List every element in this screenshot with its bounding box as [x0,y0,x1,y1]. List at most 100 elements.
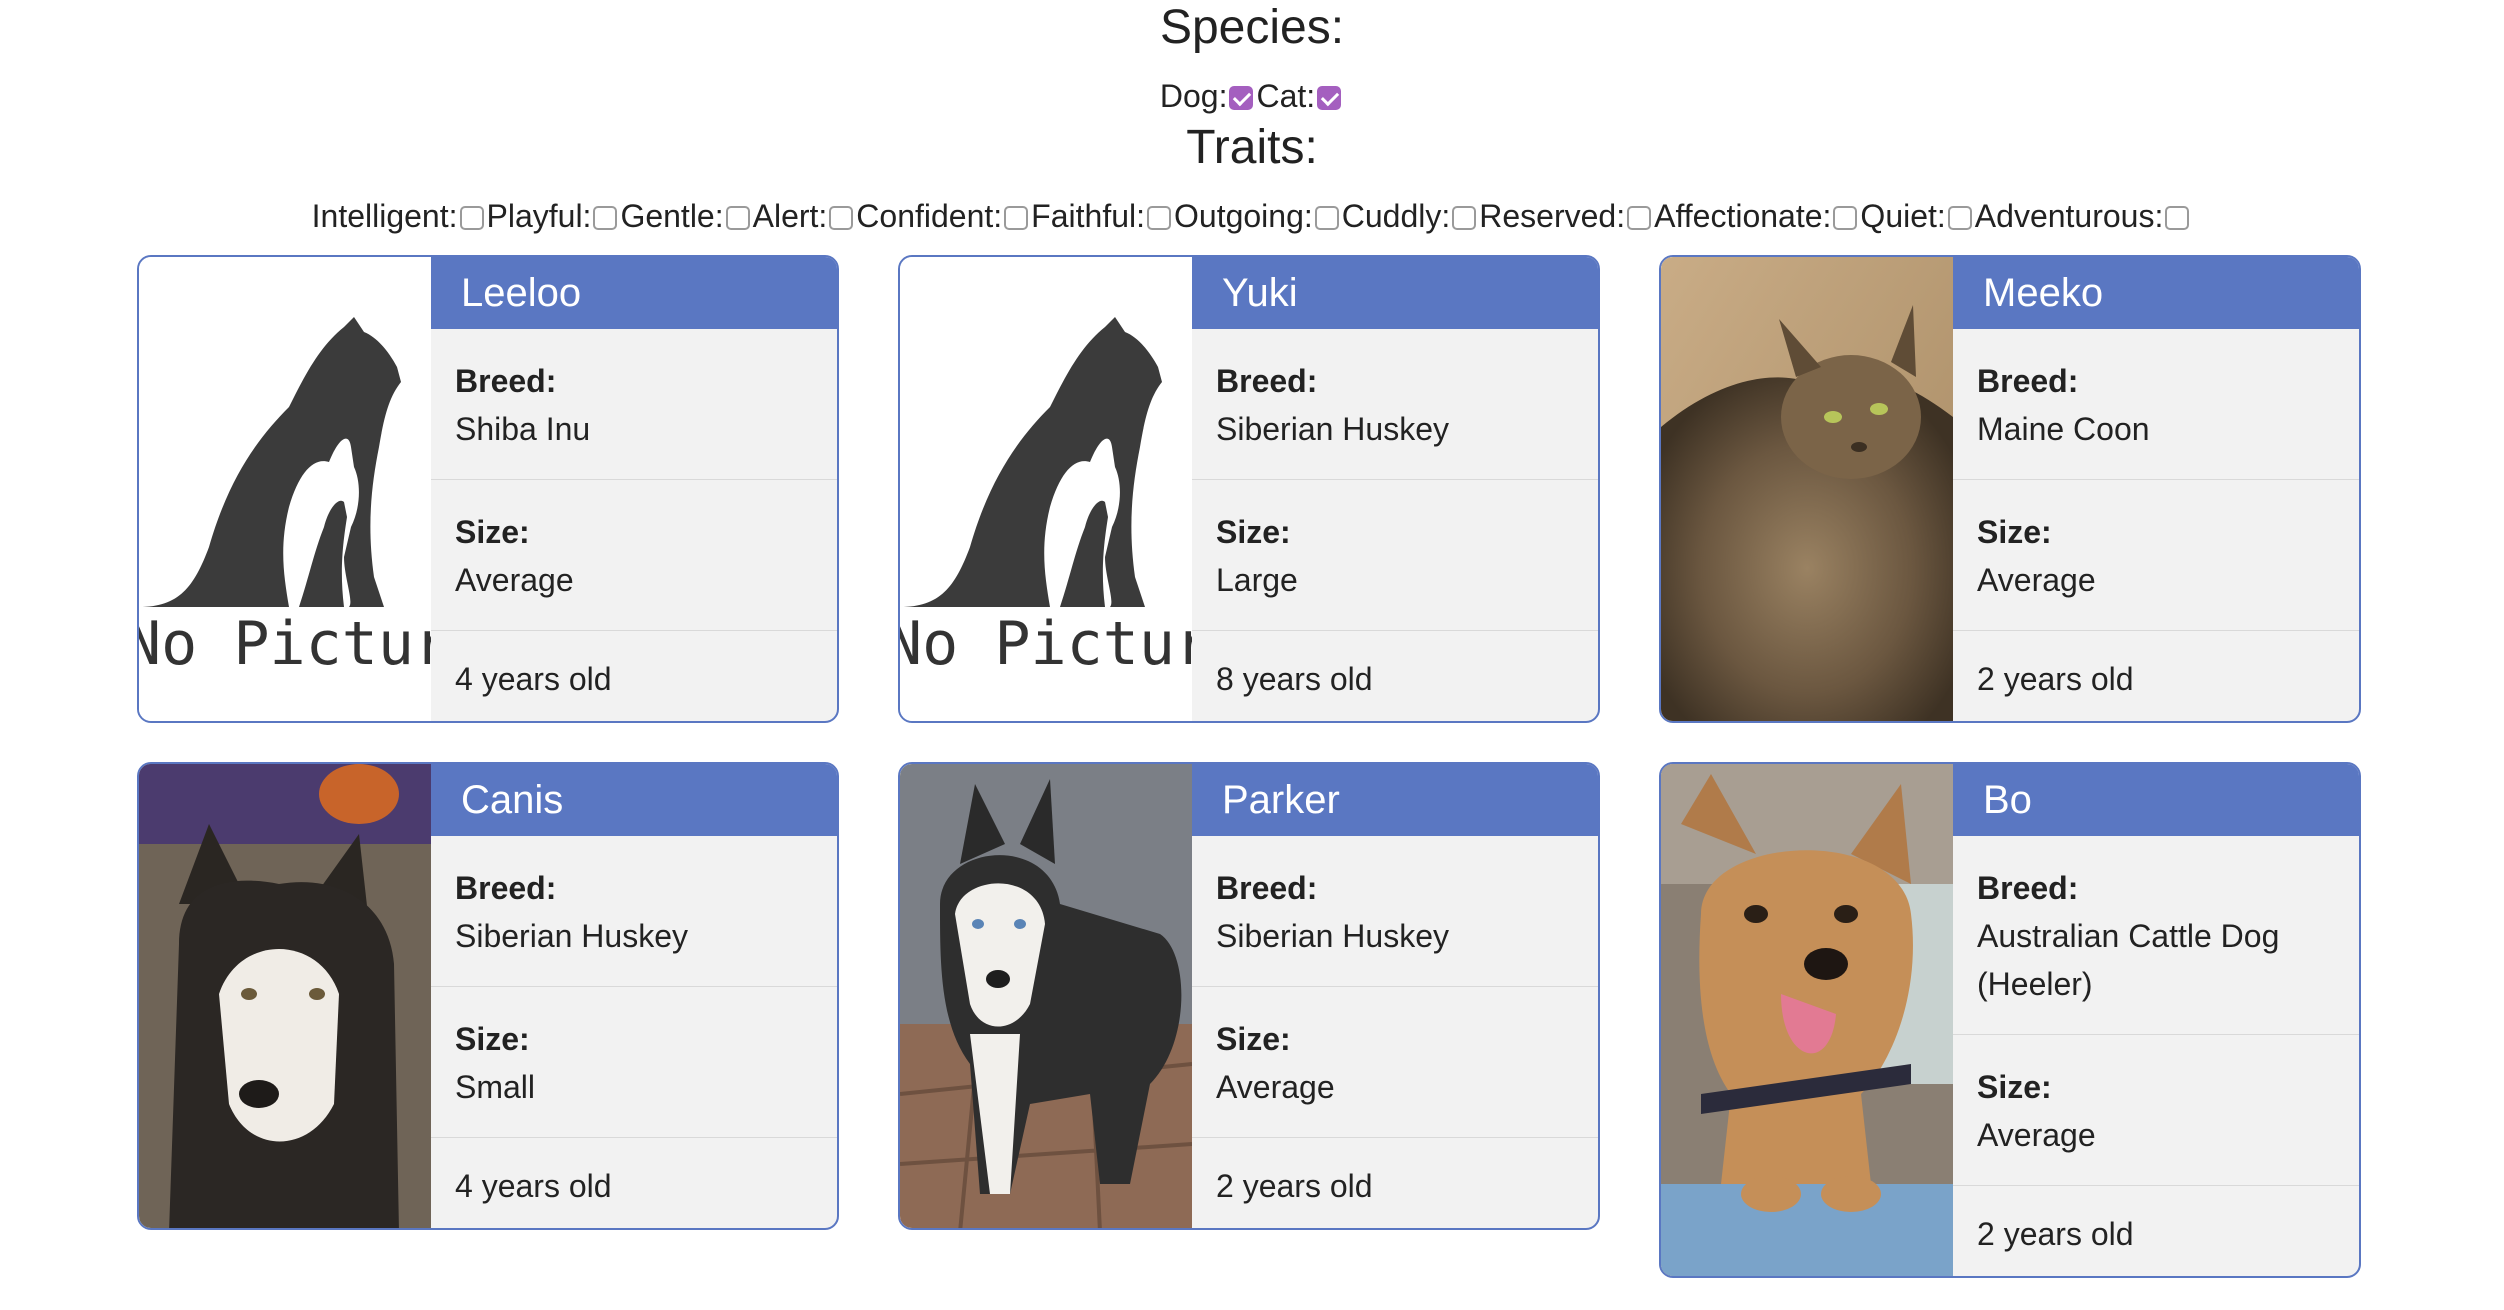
size-label: Size: [1216,514,1291,550]
breed-field: Breed: Siberian Huskey [1192,329,1598,480]
species-heading: Species: [1159,1,1345,54]
pet-info: Yuki Breed: Siberian Huskey Size: Large … [1192,257,1598,721]
husky-photo-icon [900,764,1192,1228]
playful-checkbox[interactable] [593,206,618,230]
dog-checkbox[interactable] [1229,86,1254,110]
breed-field: Breed: Siberian Huskey [1192,836,1598,987]
pet-info: Canis Breed: Siberian Huskey Size: Small… [431,764,837,1228]
breed-field: Breed: Maine Coon [1953,329,2359,480]
trait-label: Intelligent: [311,198,458,234]
pet-photo: No Picture [900,257,1192,721]
breed-label: Breed: [1977,363,2079,399]
species-filter-label: Dog: [1159,78,1228,114]
breed-value: Siberian Huskey [1216,918,1449,954]
trait-label: Adventurous: [1974,198,2164,234]
faithful-checkbox[interactable] [1147,206,1171,230]
traits-filter-row: Intelligent: Playful: Gentle: Alert: Confide… [0,196,2504,236]
pet-info: Bo Breed: Australian Cattle Dog (Heeler)… [1953,764,2359,1276]
pet-card-yuki[interactable]: No Picture Yuki Breed: Siberian Huskey S… [898,255,1600,723]
breed-value: Siberian Huskey [1216,411,1449,447]
breed-value: Maine Coon [1977,411,2150,447]
trait-filter-gentle[interactable]: Gentle: [620,196,752,236]
confident-checkbox[interactable] [1004,206,1029,230]
trait-filter-alert[interactable]: Alert: [753,196,857,236]
size-value: Average [1977,1117,2096,1153]
dog-photo-icon [1661,764,1953,1276]
reserved-checkbox[interactable] [1627,206,1652,230]
pet-photo [1661,257,1953,721]
size-field: Size: Small [431,987,837,1138]
size-value: Average [1977,562,2096,598]
trait-filter-adventurous[interactable]: Adventurous: [1975,196,2193,236]
husky-photo-icon [139,764,431,1228]
trait-label: Gentle: [620,198,724,234]
breed-label: Breed: [1216,870,1318,906]
pet-photo: No Picture [139,257,431,721]
intelligent-checkbox[interactable] [459,206,484,230]
pet-card-bo[interactable]: Bo Breed: Australian Cattle Dog (Heeler)… [1659,762,2361,1278]
breed-label: Breed: [1216,363,1318,399]
pet-name: Meeko [1953,257,2359,329]
size-field: Size: Average [1192,987,1598,1138]
trait-filter-affectionate[interactable]: Affectionate: [1654,196,1860,236]
breed-label: Breed: [455,363,557,399]
pet-info: Leeloo Breed: Shiba Inu Size: Average 4 … [431,257,837,721]
breed-field: Breed: Australian Cattle Dog (Heeler) [1953,836,2359,1035]
size-label: Size: [455,1021,530,1057]
pet-name: Leeloo [431,257,837,329]
trait-filter-quiet[interactable]: Quiet: [1860,196,1974,236]
trait-label: Outgoing: [1174,198,1313,234]
trait-label: Reserved: [1479,198,1626,234]
trait-label: Confident: [856,198,1003,234]
pet-card-parker[interactable]: Parker Breed: Siberian Huskey Size: Aver… [898,762,1600,1230]
age-value: 2 years old [1977,661,2134,697]
cuddly-checkbox[interactable] [1452,206,1477,230]
size-label: Size: [1977,514,2052,550]
adventurous-checkbox[interactable] [2165,206,2190,230]
alert-checkbox[interactable] [829,206,854,230]
quiet-checkbox[interactable] [1947,206,1972,230]
trait-filter-cuddly[interactable]: Cuddly: [1342,196,1480,236]
pet-card-meeko[interactable]: Meeko Breed: Maine Coon Size: Average 2 … [1659,255,2361,723]
trait-label: Quiet: [1860,198,1946,234]
breed-field: Breed: Siberian Huskey [431,836,837,987]
cat-photo-icon [1661,257,1953,721]
pet-name: Parker [1192,764,1598,836]
traits-heading: Traits: [1186,121,1318,174]
pet-card-canis[interactable]: Canis Breed: Siberian Huskey Size: Small… [137,762,839,1230]
cat-checkbox[interactable] [1317,86,1342,110]
trait-filter-reserved[interactable]: Reserved: [1479,196,1654,236]
trait-filter-confident[interactable]: Confident: [856,196,1031,236]
trait-filter-intelligent[interactable]: Intelligent: [312,196,487,236]
breed-value: Australian Cattle Dog (Heeler) [1977,918,2280,1002]
trait-filter-outgoing[interactable]: Outgoing: [1174,196,1342,236]
pet-photo [139,764,431,1228]
pet-photo [1661,764,1953,1276]
size-field: Size: Large [1192,480,1598,631]
size-field: Size: Average [1953,480,2359,631]
age-value: 2 years old [1216,1168,1373,1204]
size-label: Size: [1216,1021,1291,1057]
size-value: Large [1216,562,1298,598]
trait-filter-faithful[interactable]: Faithful: [1031,196,1174,236]
trait-filter-playful[interactable]: Playful: [487,196,621,236]
pet-name: Bo [1953,764,2359,836]
species-filter-dog[interactable]: Dog: [1160,74,1257,118]
breed-value: Shiba Inu [455,411,591,447]
outgoing-checkbox[interactable] [1314,206,1339,230]
species-filter-label: Cat: [1256,78,1316,114]
pet-name: Yuki [1192,257,1598,329]
trait-label: Playful: [486,198,592,234]
age-value: 4 years old [455,661,612,697]
age-value: 2 years old [1977,1216,2134,1252]
species-filter-cat[interactable]: Cat: [1256,74,1344,118]
gentle-checkbox[interactable] [725,206,750,230]
pet-photo [900,764,1192,1228]
size-value: Average [1216,1069,1335,1105]
no-picture-text: No Picture [900,609,1192,679]
pet-info: Parker Breed: Siberian Huskey Size: Aver… [1192,764,1598,1228]
pet-card-leeloo[interactable]: No Picture Leeloo Breed: Shiba Inu Size:… [137,255,839,723]
breed-label: Breed: [1977,870,2079,906]
size-field: Size: Average [1953,1035,2359,1186]
affectionate-checkbox[interactable] [1833,206,1858,230]
